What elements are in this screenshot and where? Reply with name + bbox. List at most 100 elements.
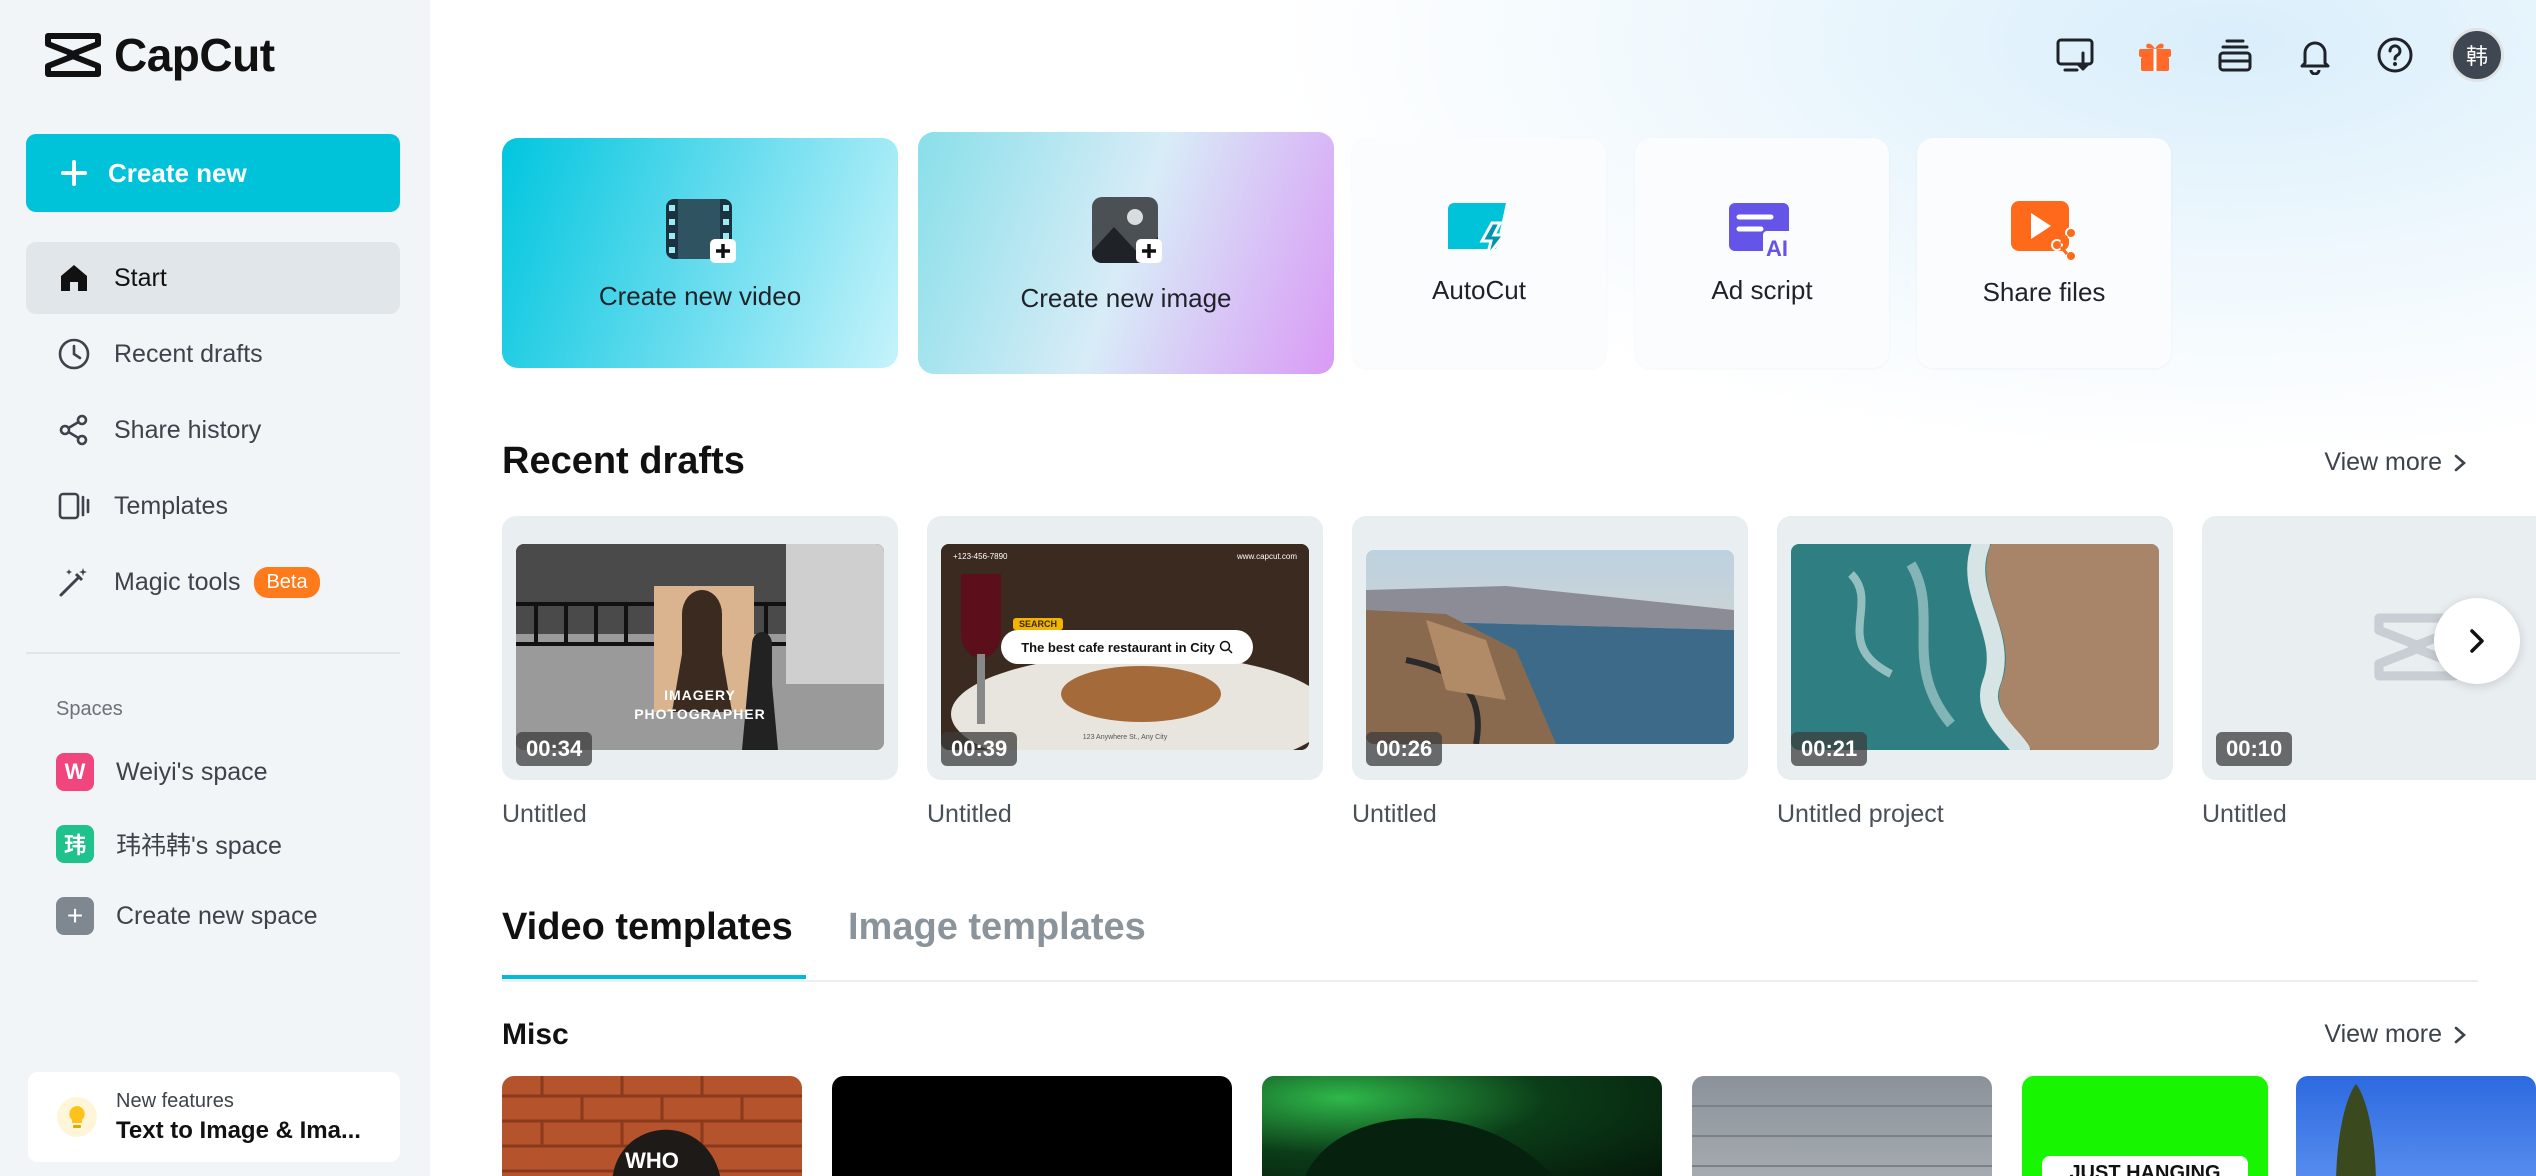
thumbnail-text: WHO (625, 1148, 679, 1173)
template-card[interactable]: WHO (502, 1076, 802, 1176)
draft-card[interactable]: 00:21 (1777, 516, 2173, 780)
sidebar-item-share-history[interactable]: Share history (26, 394, 400, 466)
ad-script-icon: AI (1729, 202, 1797, 259)
draft-name: Untitled (2202, 800, 2287, 828)
clock-icon (56, 336, 92, 372)
draft-name: Untitled (927, 800, 1012, 828)
draft-duration: 00:26 (1366, 732, 1443, 766)
draft-name: Untitled (1352, 800, 1437, 828)
thumbnail-text: www.capcut.com (1236, 552, 1297, 561)
space-item-han[interactable]: 玮 玮祎韩's space (26, 808, 400, 880)
share-files-label: Share files (1982, 276, 2106, 307)
draft-duration: 00:34 (516, 732, 593, 766)
thumbnail-text: The best cafe restaurant in City (1021, 639, 1215, 655)
create-new-image-button[interactable]: Create new image (918, 132, 1334, 374)
draft-duration: 00:10 (2216, 732, 2293, 766)
create-new-label: Create new (108, 157, 247, 188)
layers-icon[interactable] (2210, 30, 2260, 80)
tab-image-templates[interactable]: Image templates (848, 906, 1146, 949)
lightbulb-icon (57, 1097, 97, 1137)
chevron-right-icon (2454, 1026, 2466, 1043)
thumbnail-text: JUST HANGING (2042, 1156, 2248, 1176)
sidebar-item-label: Templates (114, 491, 228, 520)
sidebar-item-label: Start (114, 263, 167, 292)
sidebar-divider (26, 652, 400, 654)
sidebar-item-start[interactable]: Start (26, 242, 400, 314)
templates-view-more-link[interactable]: View more (2324, 1020, 2468, 1049)
bell-icon[interactable] (2290, 30, 2340, 80)
capcut-logo[interactable]: CapCut (44, 28, 275, 82)
svg-text:AI: AI (1766, 236, 1788, 259)
draft-thumbnail: +123-456-7890 www.capcut.com SEARCH The … (941, 544, 1309, 750)
share-files-button[interactable]: Share files (1917, 138, 2171, 368)
new-features-card[interactable]: New features Text to Image & Ima... (28, 1072, 400, 1162)
sidebar-item-label: Recent drafts (114, 339, 263, 368)
plus-icon: + (56, 897, 94, 935)
thumbnail-text: PHOTOGRAPHER (634, 706, 766, 722)
sidebar: CapCut Create new Start Recent drafts Sh… (0, 0, 430, 1176)
space-avatar: 玮 (56, 825, 94, 863)
space-item-weiyi[interactable]: W Weiyi's space (26, 736, 400, 808)
drafts-next-button[interactable] (2434, 598, 2520, 684)
sidebar-item-recent-drafts[interactable]: Recent drafts (26, 318, 400, 390)
recent-view-more-link[interactable]: View more (2324, 448, 2468, 477)
image-plus-icon (1092, 196, 1162, 263)
magic-wand-icon (56, 564, 92, 600)
template-card[interactable] (832, 1076, 1232, 1176)
create-new-space-button[interactable]: + Create new space (26, 880, 400, 952)
create-new-button[interactable]: Create new (26, 134, 400, 212)
user-avatar[interactable]: 韩 (2450, 28, 2504, 82)
view-more-label: View more (2324, 1020, 2442, 1048)
beta-badge: Beta (254, 566, 320, 598)
recent-drafts-title: Recent drafts (502, 440, 745, 482)
spaces-list: W Weiyi's space 玮 玮祎韩's space + Create n… (26, 736, 400, 952)
template-card[interactable]: JUST HANGING (2022, 1076, 2268, 1176)
draft-name: Untitled (502, 800, 587, 828)
sidebar-item-magic-tools[interactable]: Magic tools Beta (26, 546, 400, 618)
draft-duration: 00:21 (1791, 732, 1868, 766)
chevron-right-icon (2454, 454, 2466, 471)
top-toolbar: 韩 (2050, 28, 2504, 82)
misc-section-title: Misc (502, 1018, 569, 1051)
main-content: 韩 Create new video Create new image Auto… (430, 0, 2536, 1176)
create-new-image-label: Create new image (1020, 282, 1232, 313)
share-files-icon (2011, 200, 2077, 261)
chevron-right-icon (2470, 629, 2484, 653)
autocut-icon (1448, 202, 1508, 258)
autocut-button[interactable]: AutoCut (1352, 138, 1606, 368)
desktop-download-icon[interactable] (2050, 30, 2100, 80)
help-icon[interactable] (2370, 30, 2420, 80)
feature-caption: New features (116, 1089, 234, 1112)
draft-card[interactable]: 00:26 (1352, 516, 1748, 780)
draft-card[interactable]: IMAGERY PHOTOGRAPHER 00:34 (502, 516, 898, 780)
create-new-video-label: Create new video (598, 280, 802, 311)
templates-icon (56, 488, 92, 524)
thumbnail-text: IMAGERY (664, 687, 736, 703)
ad-script-button[interactable]: AI Ad script (1635, 138, 1889, 368)
template-card[interactable] (2296, 1076, 2536, 1176)
active-tab-indicator (502, 975, 806, 979)
template-card[interactable] (1262, 1076, 1662, 1176)
home-icon (56, 260, 92, 296)
plus-icon (61, 160, 87, 186)
app-name: CapCut (114, 29, 275, 81)
feature-title: Text to Image & Ima... (116, 1116, 361, 1144)
draft-thumbnail (1366, 550, 1734, 744)
gift-icon[interactable] (2130, 30, 2180, 80)
draft-thumbnail: IMAGERY PHOTOGRAPHER (516, 544, 884, 750)
space-label: 玮祎韩's space (116, 832, 282, 860)
film-plus-icon (666, 198, 736, 263)
spaces-label: Spaces (56, 698, 123, 720)
share-icon (56, 412, 92, 448)
capcut-logo-icon (45, 33, 101, 77)
create-new-video-button[interactable]: Create new video (502, 138, 898, 368)
draft-duration: 00:39 (941, 732, 1018, 766)
template-card[interactable] (1692, 1076, 1992, 1176)
draft-card[interactable]: +123-456-7890 www.capcut.com SEARCH The … (927, 516, 1323, 780)
space-avatar: W (56, 753, 94, 791)
sidebar-item-label: Share history (114, 415, 262, 444)
sidebar-item-label: Magic tools (114, 567, 241, 596)
view-more-label: View more (2324, 448, 2442, 476)
sidebar-item-templates[interactable]: Templates (26, 470, 400, 542)
tab-video-templates[interactable]: Video templates (502, 906, 793, 949)
